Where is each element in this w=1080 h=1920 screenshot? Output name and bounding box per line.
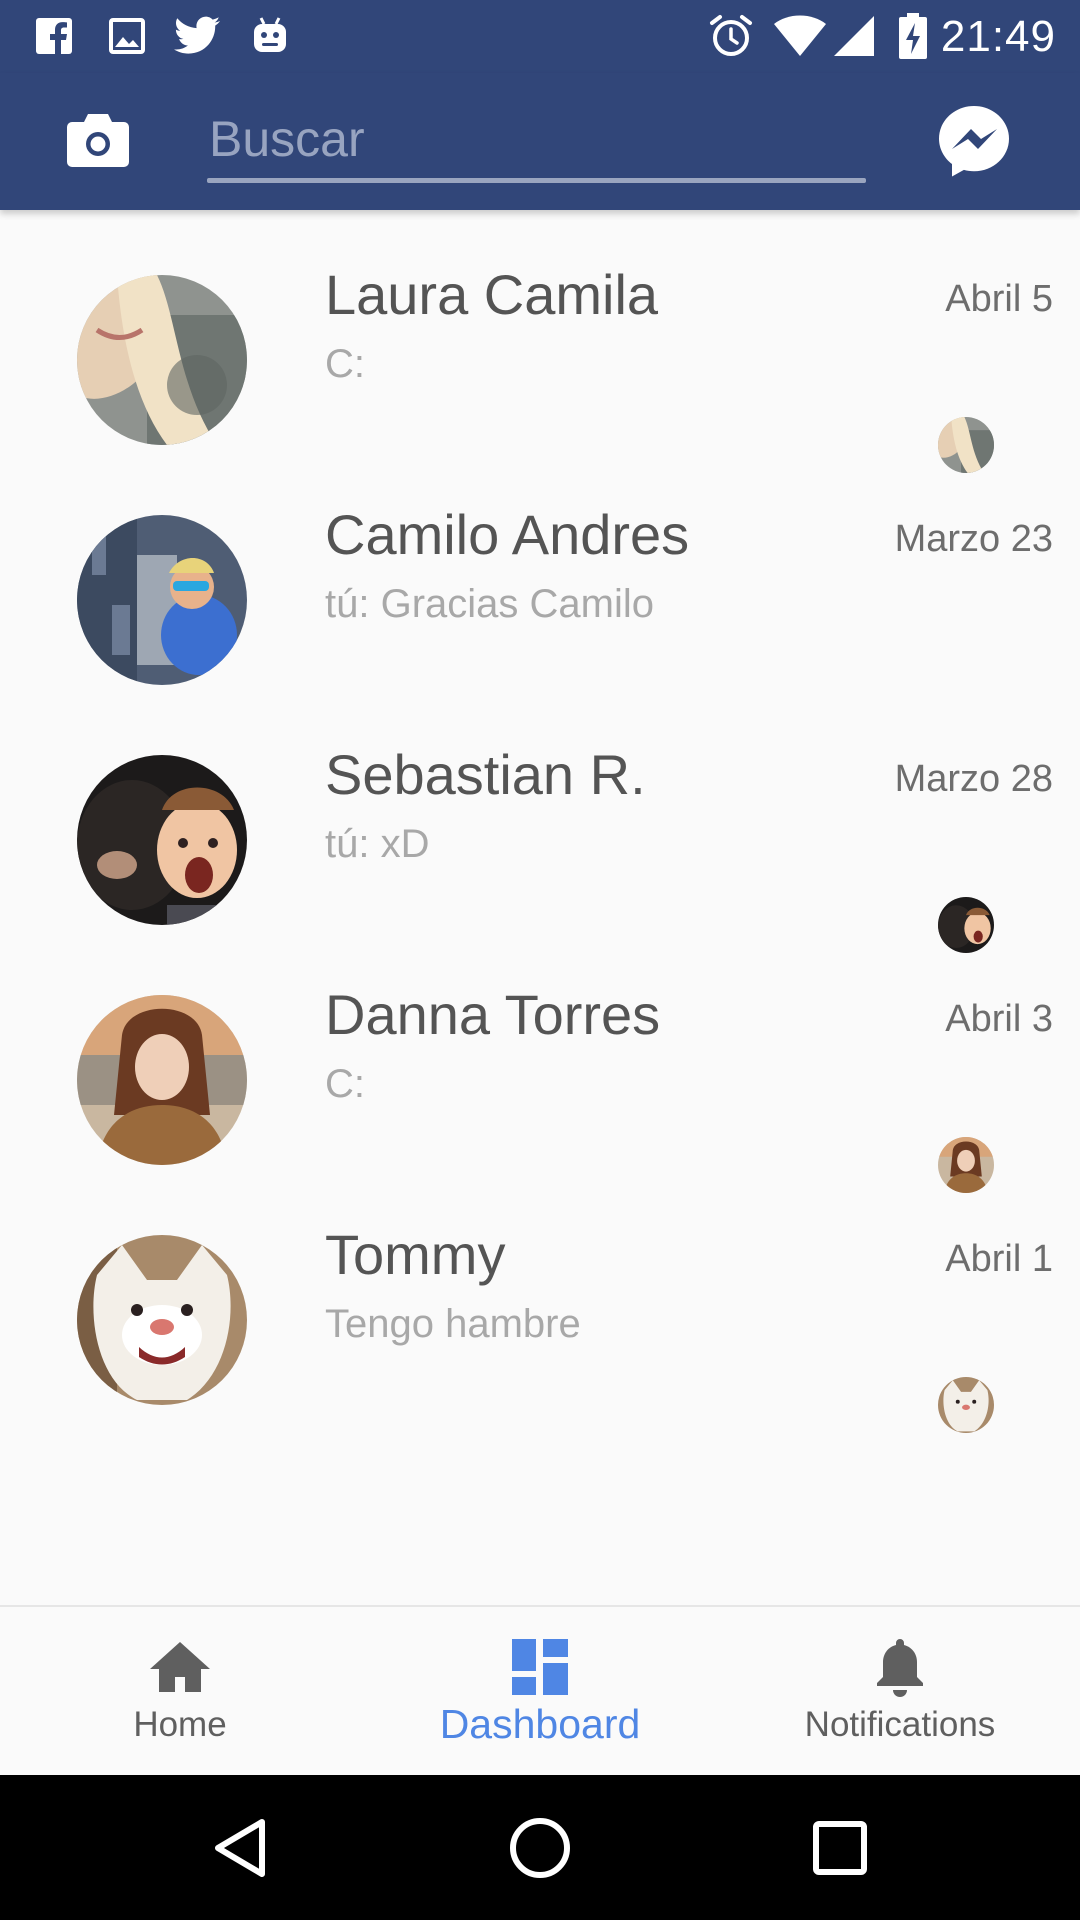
message-snippet: Tengo hambre [325, 1302, 581, 1346]
camera-button[interactable] [62, 106, 134, 178]
message-snippet: C: [325, 1062, 365, 1106]
avatar [77, 1235, 247, 1405]
conversation-row[interactable]: Tommy Tengo hambre Abril 1 [0, 1170, 1080, 1433]
nav-home[interactable]: Home [80, 1607, 280, 1777]
home-button[interactable] [500, 1810, 580, 1890]
seen-avatar [938, 1377, 994, 1433]
message-date: Abril 5 [945, 278, 1053, 320]
nav-dashboard[interactable]: Dashboard [400, 1607, 680, 1777]
status-bar: 21:49 [0, 0, 1080, 73]
avatar [77, 515, 247, 685]
conversation-row[interactable]: Sebastian R. tú: xD Marzo 28 [0, 690, 1080, 953]
recents-icon [812, 1820, 868, 1881]
image-icon [107, 16, 147, 56]
message-snippet: tú: xD [325, 822, 430, 866]
messenger-button[interactable] [937, 104, 1011, 183]
contact-name: Danna Torres [325, 983, 661, 1046]
contact-name: Camilo Andres [325, 503, 690, 566]
app-toolbar [0, 73, 1080, 210]
messenger-icon [937, 104, 1011, 183]
home-icon [149, 1637, 211, 1697]
search-input[interactable] [207, 103, 866, 175]
camera-icon [66, 112, 130, 173]
system-navigation-bar [0, 1775, 1080, 1920]
avatar [77, 755, 247, 925]
home-circle-icon [508, 1816, 572, 1885]
signal-icon [832, 16, 876, 56]
conversation-list: Laura Camila C: Abril 5 Camilo Andres tú… [0, 210, 1080, 1605]
back-button[interactable] [200, 1810, 280, 1890]
bell-icon [875, 1637, 925, 1697]
message-date: Abril 3 [945, 998, 1053, 1040]
recents-button[interactable] [800, 1810, 880, 1890]
wifi-icon [773, 15, 827, 56]
avatar [77, 995, 247, 1165]
avatar [77, 275, 247, 445]
alarm-icon [708, 15, 754, 56]
android-icon [250, 16, 290, 56]
clock-time: 21:49 [940, 12, 1056, 61]
search-underline [207, 178, 866, 183]
back-icon [212, 1818, 268, 1883]
search-field[interactable] [207, 103, 866, 183]
nav-home-label: Home [133, 1705, 227, 1744]
contact-name: Sebastian R. [325, 743, 646, 806]
nav-notifications[interactable]: Notifications [770, 1607, 1030, 1777]
facebook-icon [34, 16, 74, 56]
message-snippet: C: [325, 342, 365, 386]
nav-dashboard-label: Dashboard [439, 1701, 641, 1747]
nav-notifications-label: Notifications [804, 1705, 996, 1744]
message-date: Abril 1 [945, 1238, 1053, 1280]
conversation-row[interactable]: Laura Camila C: Abril 5 [0, 210, 1080, 473]
conversation-row[interactable]: Danna Torres C: Abril 3 [0, 930, 1080, 1193]
bottom-navigation: Home Dashboard Notifications [0, 1605, 1080, 1775]
contact-name: Tommy [325, 1223, 506, 1286]
message-date: Marzo 28 [894, 758, 1053, 800]
twitter-icon [172, 16, 222, 56]
conversation-row[interactable]: Camilo Andres tú: Gracias Camilo Marzo 2… [0, 450, 1080, 690]
message-snippet: tú: Gracias Camilo [325, 582, 654, 626]
message-date: Marzo 23 [894, 518, 1053, 560]
contact-name: Laura Camila [325, 263, 659, 326]
dashboard-icon [512, 1637, 568, 1697]
battery-charging-icon [897, 13, 929, 59]
